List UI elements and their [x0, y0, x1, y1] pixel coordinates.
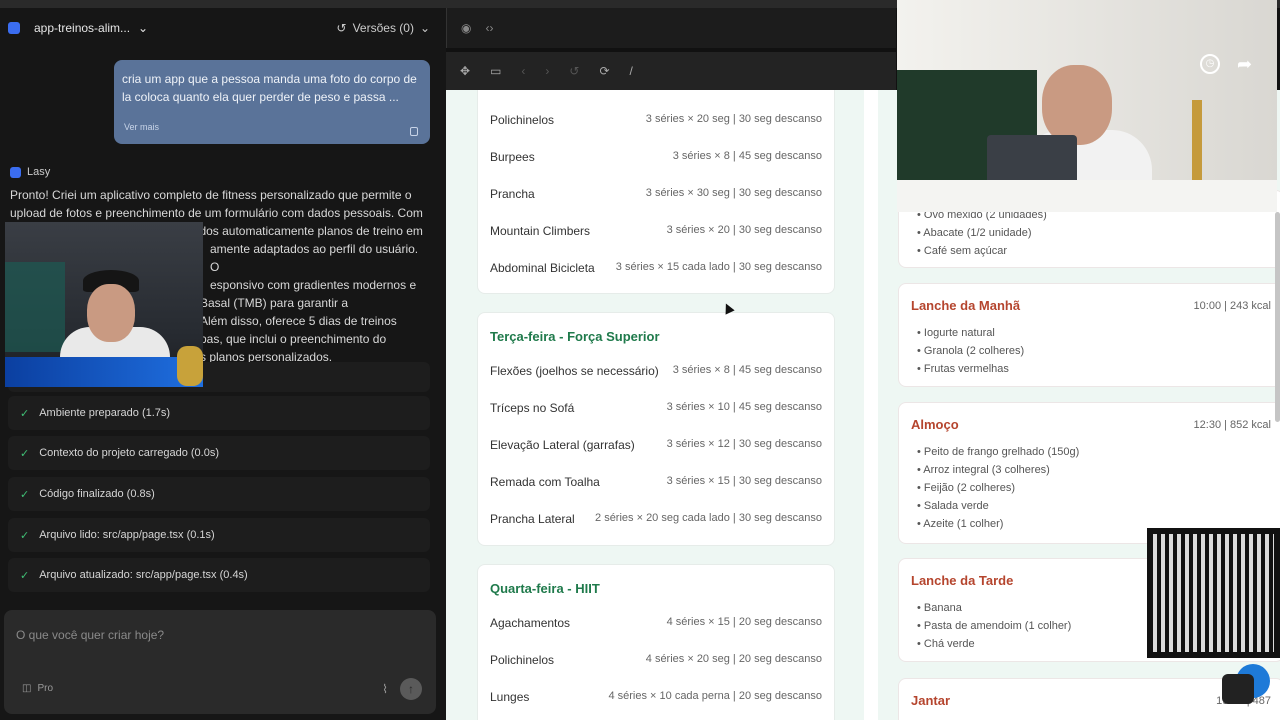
- step-item: ✓ Arquivo lido: src/app/page.tsx (0.1s): [8, 518, 430, 552]
- desktop-icon[interactable]: ▭: [490, 64, 501, 78]
- check-icon: ✓: [20, 529, 30, 542]
- watch-icon: [177, 346, 203, 386]
- clock-icon[interactable]: ◷: [1200, 54, 1220, 74]
- presenter-camera-overlay: ◷ ➦: [897, 0, 1277, 212]
- meal-card-morning-snack: Lanche da Manhã 10:00 | 243 kcal • Iogur…: [898, 283, 1280, 387]
- code-icon[interactable]: ‹›: [485, 21, 493, 35]
- app-logo-icon: [8, 22, 20, 34]
- exercise-row: Lunges 4 séries × 10 cada perna | 20 seg …: [490, 690, 822, 704]
- exercise-row: Prancha Lateral 2 séries × 20 seg cada la…: [490, 512, 822, 526]
- workout-card-tuesday: Terça-feira - Força Superior Flexões (jo…: [477, 312, 835, 546]
- qr-code: [1147, 528, 1280, 658]
- step-label: Arquivo atualizado: src/app/page.tsx (0.…: [39, 569, 248, 581]
- meal-item: • Feijão (2 colheres): [917, 482, 1016, 494]
- step-label: Ambiente preparado (1.7s): [39, 407, 171, 419]
- column-gap: [864, 90, 878, 720]
- meal-title: Lanche da Manhã: [911, 298, 1021, 313]
- step-item: ✓ Contexto do projeto carregado (0.0s): [8, 436, 430, 470]
- exercise-row: Remada com Toalha 3 séries × 15 | 30 seg …: [490, 475, 822, 489]
- step-item: ✓ Código finalizado (0.8s): [8, 477, 430, 511]
- preview-toolbar: ✥ ▭ ‹ › ↺ ⟳ /: [446, 52, 896, 90]
- meal-item: • Café sem açúcar: [917, 245, 1008, 257]
- meal-item: • Salada verde: [917, 500, 989, 512]
- check-icon: ✓: [20, 488, 30, 501]
- chat-input-box[interactable]: O que você quer criar hoje? ◫ Pro ⌇ ↑: [4, 610, 436, 714]
- versions-button[interactable]: ↺ Versões (0) ⌄: [337, 21, 430, 35]
- model-selector[interactable]: ◫ Pro: [22, 683, 53, 694]
- meal-card-lunch: Almoço 12:30 | 852 kcal • Peito de frang…: [898, 402, 1280, 544]
- step-label: Contexto do projeto carregado (0.0s): [39, 447, 219, 459]
- meal-title: Lanche da Tarde: [911, 573, 1014, 588]
- exercise-row: Prancha 3 séries × 30 seg | 30 seg descan…: [490, 187, 822, 201]
- exercise-row: Burpees 3 séries × 8 | 45 seg descanso: [490, 150, 822, 164]
- step-item: ✓ Arquivo atualizado: src/app/page.tsx (0…: [8, 558, 430, 592]
- eye-icon[interactable]: ◉: [461, 21, 471, 35]
- check-icon: ✓: [20, 407, 30, 420]
- agent-name: Lasy: [27, 166, 51, 178]
- attach-icon[interactable]: ⌇: [382, 682, 388, 696]
- chevron-down-icon: ⌄: [419, 21, 430, 35]
- meal-item: • Iogurte natural: [917, 327, 995, 339]
- copy-icon[interactable]: [410, 127, 418, 136]
- step-item: ✓ Ambiente preparado (1.7s): [8, 396, 430, 430]
- refresh-icon[interactable]: ⟳: [599, 64, 609, 78]
- project-name: app-treinos-alim...: [34, 21, 131, 35]
- exercise-row: Elevação Lateral (garrafas) 3 séries × 12…: [490, 438, 822, 452]
- meal-item: • Banana: [917, 602, 962, 614]
- step-label: Código finalizado (0.8s): [39, 488, 155, 500]
- meal-item: • Abacate (1/2 unidade): [917, 227, 1032, 239]
- preview-mode-bar: ◉ ‹›: [446, 8, 896, 48]
- exercise-row: Tríceps no Sofá 3 séries × 10 | 45 seg de…: [490, 401, 822, 415]
- meal-item: • Chá verde: [917, 638, 975, 650]
- workout-day-title: Terça-feira - Força Superior: [490, 329, 660, 344]
- agent-header: Lasy: [10, 166, 50, 178]
- chat-header: app-treinos-alim... ⌄ ↺ Versões (0) ⌄: [0, 8, 446, 48]
- check-icon: ✓: [20, 569, 30, 582]
- exercise-row: Mountain Climbers 3 séries × 20 | 30 seg …: [490, 224, 822, 238]
- meal-title: Almoço: [911, 417, 959, 432]
- meal-meta: 12:30 | 852 kcal: [1193, 419, 1271, 431]
- step-label: Arquivo lido: src/app/page.tsx (0.1s): [39, 529, 215, 541]
- reply-line: Pronto! Criei um aplicativo completo de …: [10, 188, 412, 202]
- model-icon: ◫: [22, 683, 32, 694]
- meal-title: Jantar: [911, 693, 951, 708]
- exercise-row: Abdominal Bicicleta 3 séries × 15 cada la…: [490, 261, 822, 275]
- exercise-row: Agachamentos 4 séries × 15 | 20 seg desca…: [490, 616, 822, 630]
- forward-icon[interactable]: ›: [545, 64, 549, 78]
- history-icon: ↺: [336, 21, 347, 35]
- share-icon[interactable]: ➦: [1237, 54, 1252, 75]
- meal-item: • Azeite (1 colher): [917, 518, 1004, 530]
- agent-logo-icon: [10, 166, 21, 178]
- meal-item: • Granola (2 colheres): [917, 345, 1025, 357]
- workout-day-title: Quarta-feira - HIIT: [490, 581, 600, 596]
- chevron-down-icon: ⌄: [138, 21, 149, 35]
- route-slash-icon[interactable]: /: [630, 64, 633, 78]
- project-selector[interactable]: app-treinos-alim... ⌄: [8, 21, 337, 35]
- versions-label: Versões (0): [352, 21, 414, 35]
- select-element-icon[interactable]: ✥: [460, 64, 470, 78]
- model-label: Pro: [37, 683, 54, 694]
- exercise-row: Flexões (joelhos se necessário) 3 séries …: [490, 364, 822, 378]
- preview-scrollbar[interactable]: [1275, 212, 1280, 422]
- send-button[interactable]: ↑: [400, 678, 422, 700]
- back-icon[interactable]: ‹: [521, 64, 525, 78]
- see-more-link[interactable]: Ver mais: [124, 118, 159, 136]
- exercise-row: Polichinelos 4 séries × 20 seg | 20 seg d…: [490, 653, 822, 667]
- check-icon: ✓: [20, 447, 30, 460]
- user-message-text: cria um app que a pessoa manda uma foto …: [122, 72, 417, 104]
- user-message-bubble: cria um app que a pessoa manda uma foto …: [114, 60, 430, 144]
- watermark-logo-icon: [1222, 674, 1254, 704]
- reply-line: upload de fotos e preenchimento de um fo…: [10, 206, 423, 220]
- meal-item: • Pasta de amendoim (1 colher): [917, 620, 1072, 632]
- meal-item: • Peito de frango grelhado (150g): [917, 446, 1080, 458]
- meal-item: • Arroz integral (3 colheres): [917, 464, 1050, 476]
- webcam-overlay: [5, 222, 203, 387]
- meal-meta: 10:00 | 243 kcal: [1193, 300, 1271, 312]
- exercise-row: Polichinelos 3 séries × 20 seg | 30 seg d…: [490, 113, 822, 127]
- workout-card-wednesday: Quarta-feira - HIIT Agachamentos 4 séries…: [477, 564, 835, 720]
- meal-item: • Frutas vermelhas: [917, 363, 1009, 375]
- history-icon[interactable]: ↺: [569, 64, 579, 78]
- chat-input-placeholder[interactable]: O que você quer criar hoje?: [16, 628, 164, 642]
- workout-card-monday: Polichinelos 3 séries × 20 seg | 30 seg d…: [477, 90, 835, 294]
